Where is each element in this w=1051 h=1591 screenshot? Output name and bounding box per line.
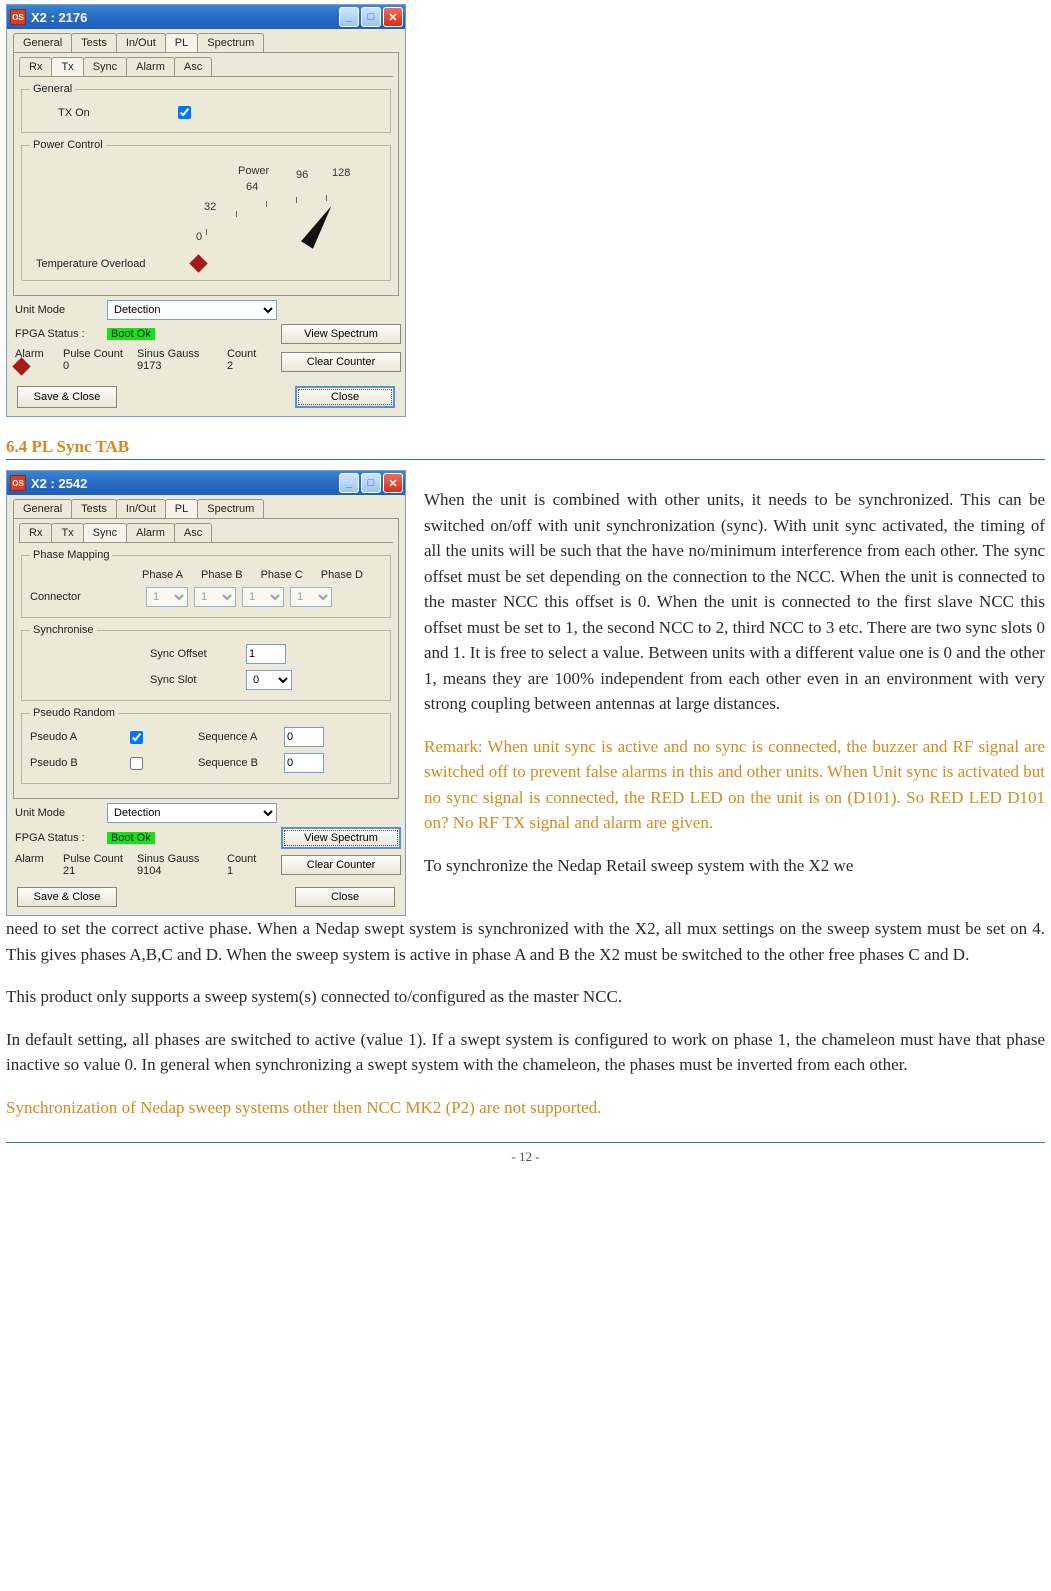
body-text-3: This product only supports a sweep syste… [6, 984, 1045, 1010]
clear-counter-button[interactable]: Clear Counter [281, 352, 401, 372]
alarm-indicator-icon [12, 357, 30, 375]
sync-offset-input[interactable] [246, 644, 286, 664]
tabs-top: General Tests In/Out PL Spectrum [13, 33, 399, 53]
tab-tx[interactable]: Tx [51, 57, 83, 76]
tab-asc[interactable]: Asc [174, 57, 212, 76]
tab-inout[interactable]: In/Out [116, 33, 166, 52]
group-general-legend: General [30, 83, 75, 95]
close-button[interactable]: Close [295, 887, 395, 907]
remark-text: Remark: When unit sync is active and no … [424, 734, 1045, 836]
tx-on-checkbox[interactable] [178, 106, 191, 119]
phase-d-select[interactable]: 1 [290, 587, 332, 607]
stat-values: 0 9173 2 [15, 360, 277, 376]
fpga-status-label: FPGA Status : [15, 832, 103, 844]
tx-on-label: TX On [58, 107, 168, 119]
clear-counter-button[interactable]: Clear Counter [281, 855, 401, 875]
tab-tests[interactable]: Tests [71, 33, 117, 52]
save-close-button[interactable]: Save & Close [17, 386, 117, 408]
unit-mode-select[interactable]: Detection [107, 300, 277, 320]
power-tick-96: 96 [296, 169, 308, 181]
close-window-button[interactable]: ✕ [383, 7, 403, 27]
tab-pl[interactable]: PL [165, 33, 198, 52]
tab-general[interactable]: General [13, 33, 72, 52]
temp-overload-label: Temperature Overload [36, 258, 186, 270]
tab-rx[interactable]: Rx [19, 523, 52, 542]
stat-headers: Alarm Pulse Count Sinus Gauss Count [15, 348, 277, 360]
power-tick-128: 128 [332, 167, 350, 179]
dialog-x2-sync: OS X2 : 2542 _ □ ✕ General Tests In/Out … [6, 470, 406, 916]
view-spectrum-button[interactable]: View Spectrum [281, 324, 401, 344]
view-spectrum-button[interactable]: View Spectrum [281, 827, 401, 849]
fpga-status-label: FPGA Status : [15, 328, 103, 340]
sequence-a-input[interactable] [284, 727, 324, 747]
window-title: X2 : 2542 [31, 476, 87, 491]
tab-alarm[interactable]: Alarm [126, 57, 175, 76]
body-text-1: When the unit is combined with other uni… [424, 487, 1045, 717]
tab-tx[interactable]: Tx [51, 523, 83, 542]
pseudo-a-checkbox[interactable] [130, 731, 143, 744]
group-synchronise: Synchronise Sync Offset Sync Slot 0 [21, 624, 391, 701]
fpga-status-value: Boot Ok [107, 832, 155, 844]
sync-slot-label: Sync Slot [150, 674, 240, 686]
body-text-2-lead: To synchronize the Nedap Retail sweep sy… [424, 853, 1045, 879]
tab-general[interactable]: General [13, 499, 72, 518]
close-window-button[interactable]: ✕ [383, 473, 403, 493]
app-icon: OS [10, 9, 26, 25]
tab-sync[interactable]: Sync [83, 523, 127, 542]
section-heading: 6.4 PL Sync TAB [6, 437, 1045, 457]
section-divider [6, 459, 1045, 460]
app-icon: OS [10, 475, 26, 491]
window-title: X2 : 2176 [31, 10, 87, 25]
pseudo-b-label: Pseudo B [30, 757, 120, 769]
tab-rx[interactable]: Rx [19, 57, 52, 76]
sequence-b-input[interactable] [284, 753, 324, 773]
close-button[interactable]: Close [295, 386, 395, 408]
power-gauge: Power 0 32 64 96 128 [192, 159, 382, 249]
group-general: General TX On [21, 83, 391, 133]
sync-offset-label: Sync Offset [150, 648, 240, 660]
body-text-2-rest: need to set the correct active phase. Wh… [6, 916, 1045, 967]
pseudo-b-checkbox[interactable] [130, 757, 143, 770]
tabs-sub: Rx Tx Sync Alarm Asc [19, 57, 393, 77]
phase-b-select[interactable]: 1 [194, 587, 236, 607]
group-power-control: Power Control Power 0 32 64 96 128 [21, 139, 391, 281]
unit-mode-label: Unit Mode [15, 304, 103, 316]
temp-overload-indicator-icon [189, 254, 207, 272]
unit-mode-label: Unit Mode [15, 807, 103, 819]
dialog-x2-tx: OS X2 : 2176 _ □ ✕ General Tests In/Out … [6, 4, 406, 417]
body-text-5: Synchronization of Nedap sweep systems o… [6, 1095, 1045, 1121]
pseudo-a-label: Pseudo A [30, 731, 120, 743]
titlebar[interactable]: OS X2 : 2176 _ □ ✕ [7, 5, 405, 29]
sequence-a-label: Sequence A [198, 731, 278, 743]
phase-c-select[interactable]: 1 [242, 587, 284, 607]
sync-slot-select[interactable]: 0 [246, 670, 292, 690]
tab-pl[interactable]: PL [165, 499, 198, 518]
power-label: Power [238, 165, 269, 177]
maximize-button[interactable]: □ [361, 473, 381, 493]
tab-inout[interactable]: In/Out [116, 499, 166, 518]
tab-tests[interactable]: Tests [71, 499, 117, 518]
connector-label: Connector [30, 591, 140, 603]
power-tick-0: 0 [196, 231, 202, 243]
sequence-b-label: Sequence B [198, 757, 278, 769]
page-number: - 12 - [6, 1142, 1045, 1165]
minimize-button[interactable]: _ [339, 7, 359, 27]
minimize-button[interactable]: _ [339, 473, 359, 493]
tab-spectrum[interactable]: Spectrum [197, 499, 264, 518]
maximize-button[interactable]: □ [361, 7, 381, 27]
save-close-button[interactable]: Save & Close [17, 887, 117, 907]
tab-sync[interactable]: Sync [83, 57, 127, 76]
power-tick-64: 64 [246, 181, 258, 193]
fpga-status-value: Boot Ok [107, 328, 155, 340]
tab-spectrum[interactable]: Spectrum [197, 33, 264, 52]
group-pseudo-random: Pseudo Random Pseudo A Sequence A Pseudo… [21, 707, 391, 784]
group-phase-mapping: Phase Mapping Phase A Phase B Phase C Ph… [21, 549, 391, 618]
unit-mode-select[interactable]: Detection [107, 803, 277, 823]
group-power-legend: Power Control [30, 139, 106, 151]
tab-alarm[interactable]: Alarm [126, 523, 175, 542]
tab-asc[interactable]: Asc [174, 523, 212, 542]
phase-a-select[interactable]: 1 [146, 587, 188, 607]
body-text-4: In default setting, all phases are switc… [6, 1027, 1045, 1078]
titlebar[interactable]: OS X2 : 2542 _ □ ✕ [7, 471, 405, 495]
